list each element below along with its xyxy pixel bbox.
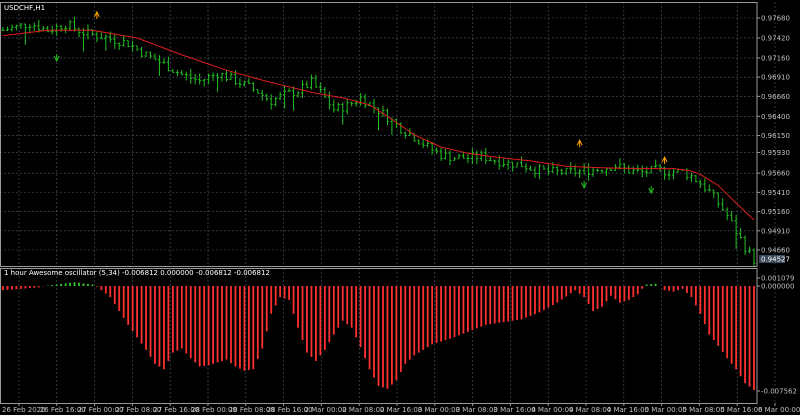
fractal-down-arrow (53, 53, 60, 63)
time-tick-label: 4 Mar 00:00 (531, 406, 573, 414)
time-tick-label: 2 Mar 16:00 (380, 406, 422, 414)
time-tick-label: 5 Mar 16:00 (720, 406, 762, 414)
fractal-up-arrow (661, 156, 668, 165)
price-panel-border (0, 2, 758, 267)
time-tick-label: 3 Mar 16:00 (493, 406, 535, 414)
chart-window: 0.97680 0.97420 0.97160 0.96910 0.96660 0.964… (0, 0, 800, 415)
time-tick-label: 5 Mar 08:00 (682, 406, 724, 414)
symbol-title: USDCHF,H1 (4, 4, 45, 12)
time-tick-label: 2 Mar 08:00 (342, 406, 384, 414)
current-price-label: 0.94527 (761, 256, 790, 264)
time-tick-label: 5 Mar 00:00 (645, 406, 687, 414)
price-axis[interactable]: 0.97680 0.97420 0.97160 0.96910 0.96660 0.964… (757, 15, 790, 255)
fractal-down-arrow (648, 186, 655, 195)
price-tick-label: 0.96910 (761, 74, 790, 82)
time-tick-label: 4 Mar 08:00 (569, 406, 611, 414)
price-tick-label: 0.95410 (761, 189, 790, 197)
time-tick-label: 6 Mar 00:00 (758, 406, 800, 414)
price-tick-label: 0.95660 (761, 170, 790, 178)
price-tick-label: 0.94660 (761, 247, 790, 255)
osc-tick-label: -0.007562 (761, 388, 797, 396)
price-tick-label: 0.94910 (761, 227, 790, 235)
time-tick-label: 2 Mar 00:00 (304, 406, 346, 414)
time-axis[interactable]: 26 Feb 202026 Feb 16:0027 Feb 00:0027 Fe… (2, 403, 800, 414)
price-tick-label: 0.97160 (761, 54, 790, 62)
indicator-title: 1 hour Awesome oscillator (5,34) -0.0068… (4, 269, 270, 277)
time-tick-label: 4 Mar 16:00 (607, 406, 649, 414)
oscillator-axis[interactable]: 0.0010790.000000 -0.007562 (757, 275, 797, 396)
price-tick-label: 0.97420 (761, 34, 790, 42)
price-tick-label: 0.96150 (761, 132, 790, 140)
price-tick-label: 0.97680 (761, 15, 790, 23)
osc-tick-label: 0.001079 (761, 275, 794, 283)
fractal-up-arrow (576, 139, 583, 148)
price-tick-label: 0.96660 (761, 93, 790, 101)
price-tick-label: 0.96400 (761, 113, 790, 121)
price-tick-label: 0.95930 (761, 149, 790, 157)
awesome-oscillator-bars (2, 282, 755, 391)
time-tick-label: 3 Mar 08:00 (456, 406, 498, 414)
price-tick-label: 0.95160 (761, 208, 790, 216)
fractal-up-arrow (93, 10, 100, 19)
price-candles (1, 16, 756, 268)
osc-tick-label: 0.000000 (761, 283, 794, 291)
chart-canvas[interactable]: 0.97680 0.97420 0.97160 0.96910 0.96660 0.964… (0, 0, 800, 415)
time-tick-label: 3 Mar 00:00 (418, 406, 460, 414)
